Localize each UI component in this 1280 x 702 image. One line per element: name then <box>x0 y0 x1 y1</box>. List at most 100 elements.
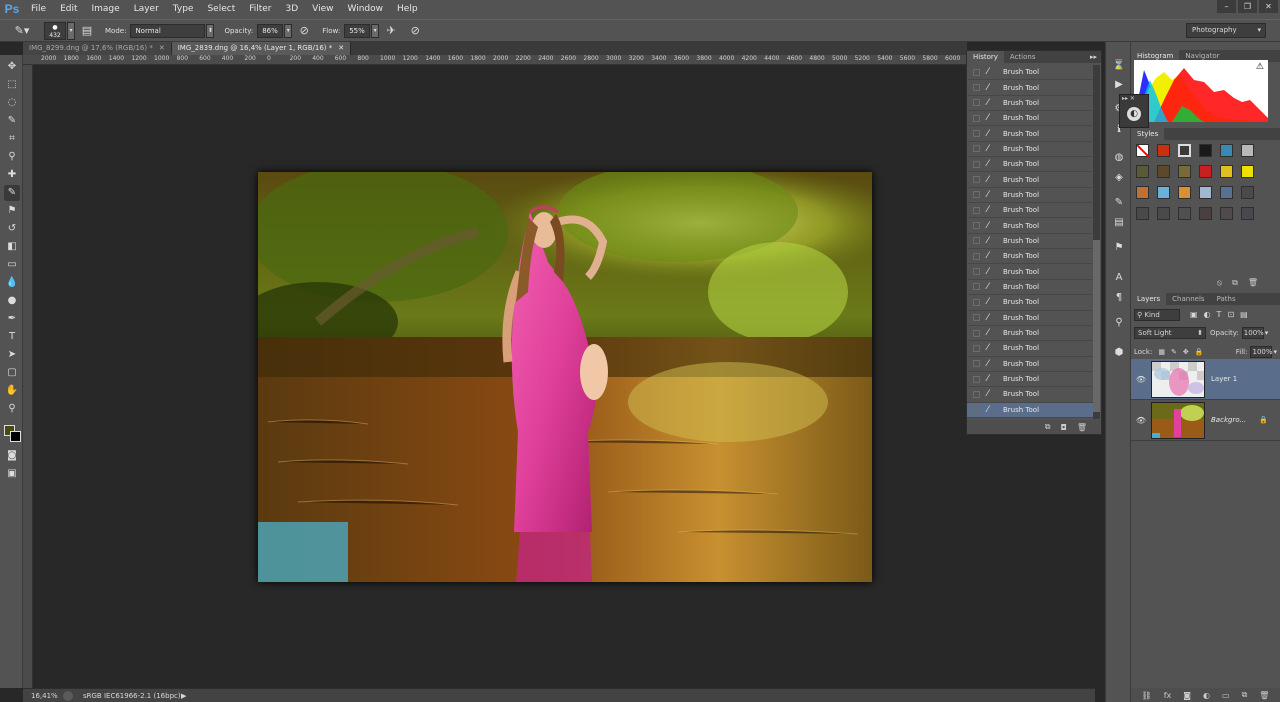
chevron-down-icon[interactable]: ▾ <box>1265 329 1269 337</box>
menu-filter[interactable]: Filter <box>242 0 278 19</box>
history-state[interactable]: ⁄ Brush Tool <box>967 357 1094 372</box>
navigator-panel-icon[interactable]: ◐ <box>1127 107 1141 121</box>
dodge-tool-icon[interactable]: ● <box>4 293 20 309</box>
chevron-down-icon[interactable]: ▾ <box>1273 348 1277 356</box>
history-source-checkbox[interactable] <box>973 329 980 337</box>
layer-name[interactable]: Layer 1 <box>1211 375 1237 383</box>
style-swatch[interactable] <box>1178 165 1191 178</box>
history-state[interactable]: ⁄ Brush Tool <box>967 264 1094 280</box>
brush-picker-dropdown[interactable]: ▾ <box>67 21 75 40</box>
menu-type[interactable]: Type <box>166 0 201 19</box>
gradient-tool-icon[interactable]: ▭ <box>4 257 20 273</box>
brush-tool-icon[interactable]: ✎ <box>4 185 20 201</box>
history-source-checkbox[interactable] <box>973 268 980 276</box>
style-swatch[interactable] <box>1178 186 1191 199</box>
scrollbar-thumb[interactable] <box>1093 240 1100 412</box>
history-source-checkbox[interactable] <box>973 130 980 138</box>
history-state[interactable]: ⁄ Brush Tool <box>967 234 1094 250</box>
layer-filter-select[interactable]: ⚲ Kind <box>1134 308 1180 321</box>
history-source-checkbox[interactable] <box>973 68 980 76</box>
history-state[interactable]: ⁄ Brush Tool <box>967 172 1094 188</box>
history-source-checkbox[interactable] <box>973 237 980 245</box>
history-source-checkbox[interactable] <box>973 99 980 107</box>
style-swatch[interactable] <box>1136 207 1149 220</box>
background-color-swatch[interactable] <box>10 431 21 442</box>
opacity-input[interactable]: 86% <box>257 23 284 38</box>
history-source-checkbox[interactable] <box>973 84 980 92</box>
move-tool-icon[interactable]: ✥ <box>4 59 20 75</box>
style-swatch[interactable] <box>1199 165 1212 178</box>
restore-button[interactable]: ❐ <box>1238 0 1257 13</box>
menu-view[interactable]: View <box>305 0 340 19</box>
style-swatch[interactable] <box>1136 186 1149 199</box>
lock-pixels-icon[interactable]: ✎ <box>1171 348 1177 356</box>
history-state[interactable]: ⁄ Brush Tool <box>967 188 1094 204</box>
layer-name[interactable]: Backgro... <box>1211 416 1246 424</box>
tab-history[interactable]: History <box>967 51 1004 63</box>
history-state[interactable]: ⁄ Brush Tool <box>967 295 1094 311</box>
tab-img-2839[interactable]: IMG_2839.dng @ 16,4% (Layer 1, RGB/16) *… <box>171 42 352 55</box>
trash-icon[interactable]: 🗑 <box>1259 691 1269 700</box>
style-swatch[interactable] <box>1220 144 1233 157</box>
quick-mask-icon[interactable]: ◙ <box>4 448 20 464</box>
pen-tool-icon[interactable]: ✒ <box>4 311 20 327</box>
history-state[interactable]: ⁄ Brush Tool <box>967 326 1094 342</box>
actions-panel-icon[interactable]: ▶ <box>1111 77 1127 93</box>
filter-type-icon[interactable]: T <box>1217 310 1222 319</box>
hand-tool-icon[interactable]: ✋ <box>4 383 20 399</box>
style-swatch[interactable] <box>1241 165 1254 178</box>
style-swatch[interactable] <box>1178 207 1191 220</box>
tab-img-8299[interactable]: IMG_8299.dng @ 17,6% (RGB/16) * ✕ <box>23 42 172 55</box>
history-state[interactable]: ⁄ Brush Tool <box>967 218 1094 234</box>
clear-style-icon[interactable]: ⦸ <box>1217 278 1222 287</box>
lasso-tool-icon[interactable]: ◌ <box>4 95 20 111</box>
menu-image[interactable]: Image <box>85 0 127 19</box>
history-source-checkbox[interactable] <box>973 298 980 306</box>
history-state[interactable]: ⁄ Brush Tool <box>967 126 1094 142</box>
history-source-checkbox[interactable] <box>973 191 980 199</box>
history-state[interactable]: ⁄ Brush Tool <box>967 157 1094 173</box>
history-source-checkbox[interactable] <box>973 390 980 398</box>
zoom-level[interactable]: 16,41% <box>31 692 59 700</box>
history-state[interactable]: ⁄ Brush Tool <box>967 402 1094 418</box>
marquee-tool-icon[interactable]: ⬚ <box>4 77 20 93</box>
history-source-checkbox[interactable] <box>973 406 980 414</box>
clone-source-icon[interactable]: ⚑ <box>1111 240 1127 256</box>
brush-presets-icon[interactable]: ▤ <box>1111 215 1127 231</box>
document-image[interactable] <box>258 172 872 582</box>
menu-help[interactable]: Help <box>390 0 425 19</box>
adjustments-panel-icon[interactable]: ◈ <box>1111 170 1127 186</box>
trash-icon[interactable]: 🗑 <box>1248 278 1258 287</box>
visibility-eye-icon[interactable]: 👁 <box>1131 375 1151 384</box>
shape-tool-icon[interactable]: ▢ <box>4 365 20 381</box>
airbrush-icon[interactable]: ✈ <box>383 23 399 39</box>
screen-mode-icon[interactable]: ▣ <box>4 466 20 482</box>
history-source-checkbox[interactable] <box>973 344 980 352</box>
healing-brush-tool-icon[interactable]: ✚ <box>4 167 20 183</box>
flow-input[interactable]: 55% <box>344 23 371 38</box>
tool-presets-icon[interactable]: ⚲ <box>1111 315 1127 331</box>
3d-panel-icon[interactable]: ⬢ <box>1111 345 1127 361</box>
filter-pixel-icon[interactable]: ▣ <box>1190 310 1198 319</box>
menu-select[interactable]: Select <box>200 0 242 19</box>
style-swatch[interactable] <box>1136 165 1149 178</box>
new-snapshot-icon[interactable]: ◘ <box>1061 423 1067 432</box>
path-select-tool-icon[interactable]: ➤ <box>4 347 20 363</box>
menu-layer[interactable]: Layer <box>127 0 166 19</box>
visibility-eye-icon[interactable]: 👁 <box>1131 416 1151 425</box>
history-source-checkbox[interactable] <box>973 176 980 184</box>
filter-shape-icon[interactable]: ⊡ <box>1227 310 1234 319</box>
crop-tool-icon[interactable]: ⌗ <box>4 131 20 147</box>
filter-adjustment-icon[interactable]: ◐ <box>1204 310 1211 319</box>
history-source-checkbox[interactable] <box>973 283 980 291</box>
style-swatch[interactable] <box>1157 165 1170 178</box>
style-swatch[interactable] <box>1220 165 1233 178</box>
eraser-tool-icon[interactable]: ◧ <box>4 239 20 255</box>
brush-tool-preset-icon[interactable]: ✎▾ <box>12 23 32 39</box>
history-state[interactable]: ⁄ Brush Tool <box>967 311 1094 326</box>
panel-collapse-icon[interactable]: ▸▸ <box>1090 51 1101 63</box>
history-source-checkbox[interactable] <box>973 314 980 322</box>
paragraph-panel-icon[interactable]: ¶ <box>1111 290 1127 306</box>
filter-smart-icon[interactable]: ▤ <box>1240 310 1248 319</box>
pressure-opacity-icon[interactable]: ⊘ <box>296 23 312 39</box>
